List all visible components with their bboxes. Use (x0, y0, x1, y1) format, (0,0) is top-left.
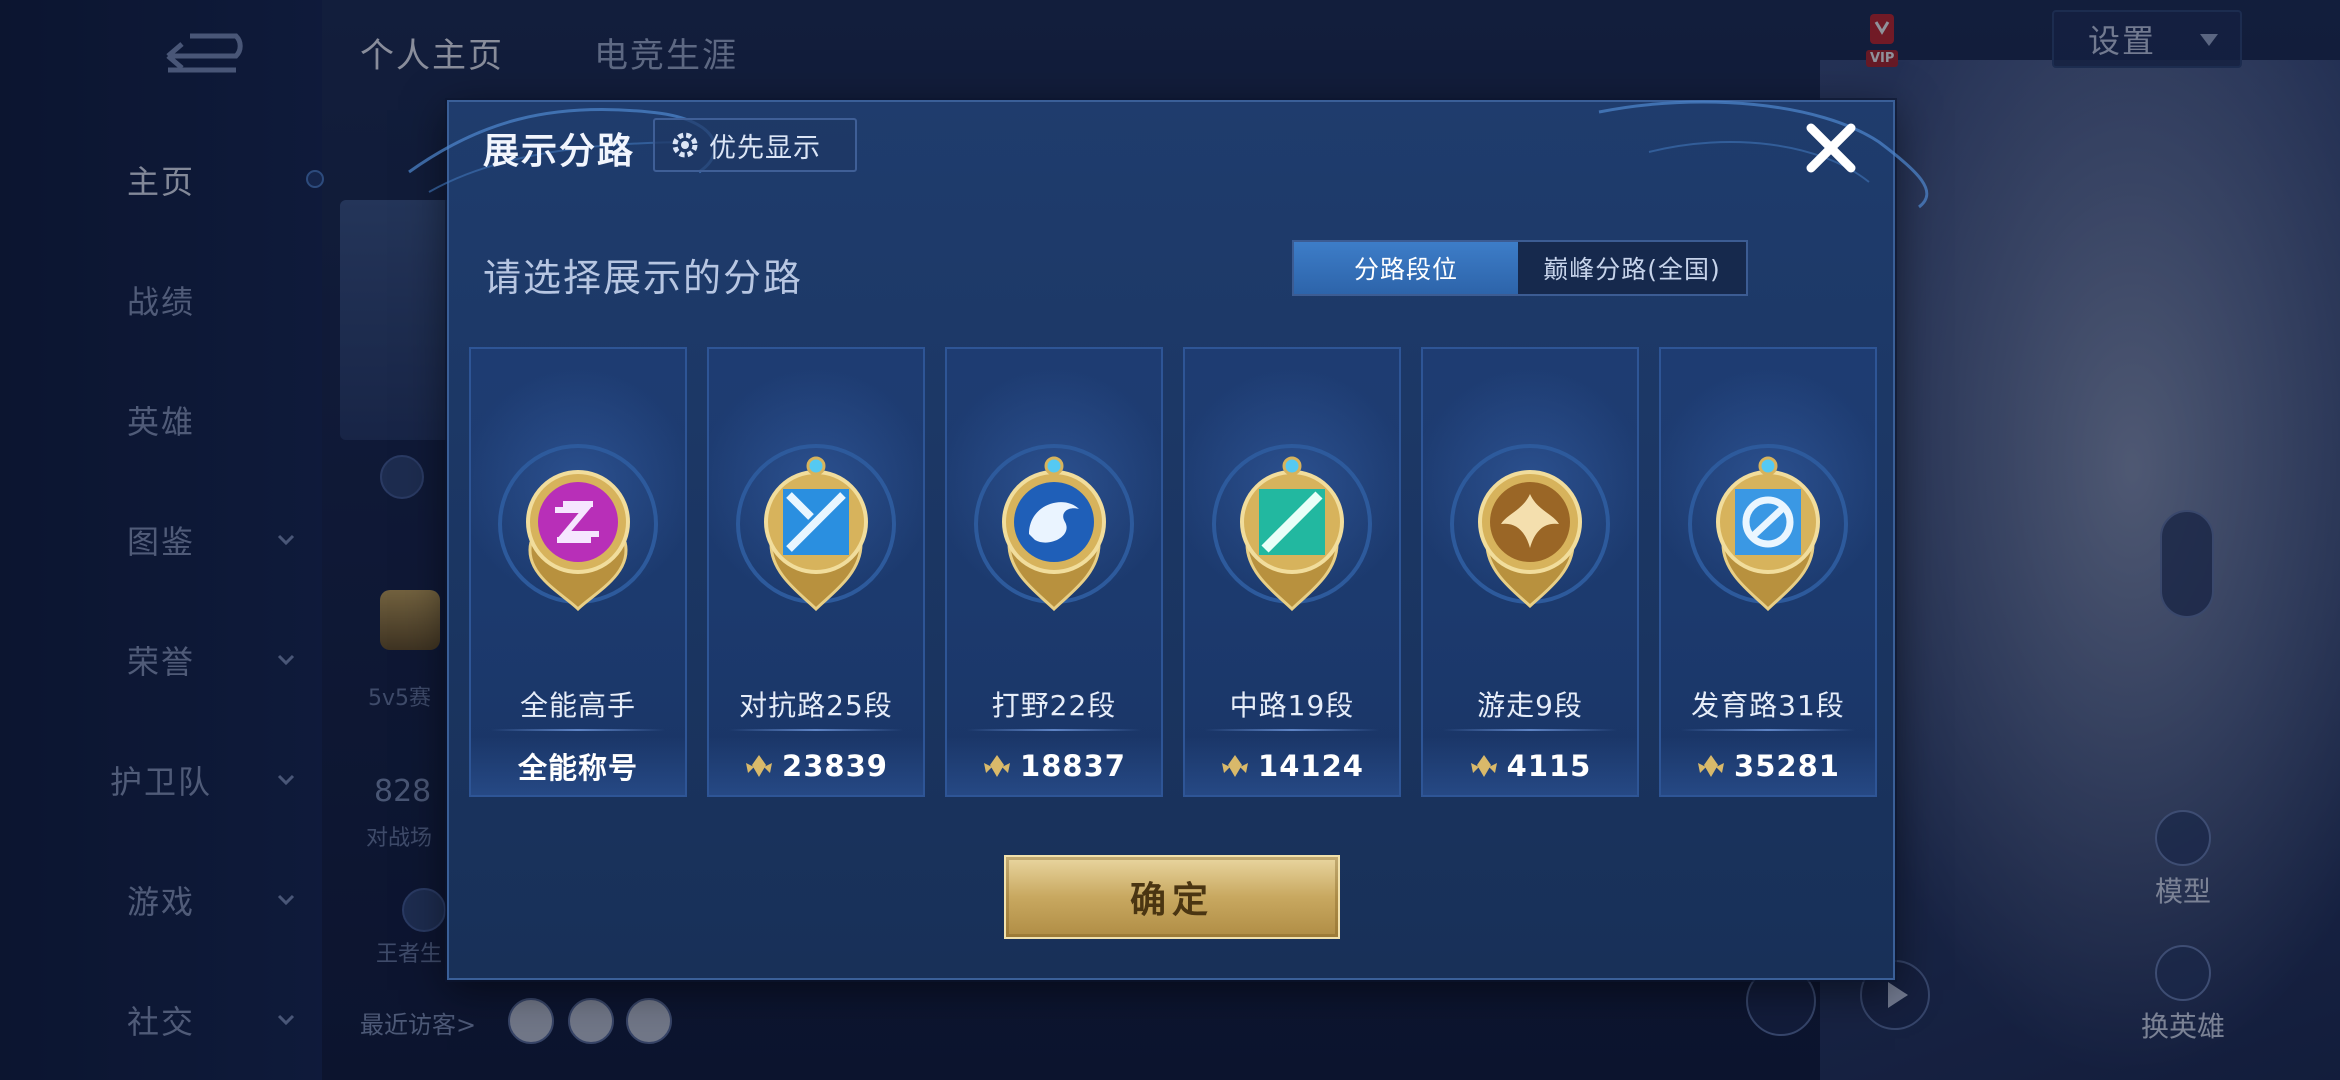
lane-card-jungle[interactable]: 打野22段 18837 (945, 347, 1163, 797)
roam-emblem-icon (1450, 444, 1610, 609)
lane-card-roam[interactable]: 游走9段 4115 (1421, 347, 1639, 797)
lane-points: 18837 (1020, 749, 1126, 783)
lane-value-row: 18837 (947, 737, 1161, 795)
lane-card-farm[interactable]: 发育路31段 35281 (1659, 347, 1877, 797)
all-round-emblem-icon (498, 444, 658, 612)
lane-name: 对抗路25段 (739, 689, 893, 722)
tab-peak-lane-national[interactable]: 巅峰分路(全国) (1518, 242, 1746, 294)
lane-card-clash[interactable]: 对抗路25段 23839 (707, 347, 925, 797)
lane-points: 23839 (782, 749, 888, 783)
points-icon (1698, 755, 1725, 777)
lane-name: 发育路31段 (1691, 689, 1845, 722)
close-icon[interactable] (1799, 116, 1863, 180)
points-icon (984, 755, 1011, 777)
priority-display-button[interactable]: 优先显示 (653, 118, 857, 172)
lane-value-row: 35281 (1661, 737, 1875, 795)
lane-card-mid[interactable]: 中路19段 14124 (1183, 347, 1401, 797)
divider (1681, 729, 1855, 731)
lane-cards: 全能高手 全能称号 对抗路25段 23839 打野22段 18837 中路19段… (469, 347, 1881, 797)
lane-name: 打野22段 (991, 689, 1117, 722)
lane-value-row: 全能称号 (471, 737, 685, 795)
lane-title-value: 全能称号 (517, 751, 638, 785)
lane-points: 4115 (1506, 749, 1592, 783)
dialog-title: 展示分路 (483, 131, 636, 172)
tab-lane-rank[interactable]: 分路段位 (1294, 242, 1518, 294)
lane-name: 全能高手 (519, 689, 636, 722)
lane-name: 游走9段 (1477, 689, 1583, 722)
lane-display-dialog: 展示分路 优先显示 请选择展示的分路 分路段位 巅峰分路(全国) 全能高手 全能… (408, 100, 1929, 980)
points-icon (1470, 755, 1497, 777)
lane-value-row: 14124 (1185, 737, 1399, 795)
lane-value-row: 4115 (1423, 737, 1637, 795)
lane-card-all-round[interactable]: 全能高手 全能称号 (469, 347, 687, 797)
divider (729, 729, 903, 731)
lane-mode-switch: 分路段位 巅峰分路(全国) (1292, 240, 1748, 296)
divider (1443, 729, 1617, 731)
confirm-button[interactable]: 确定 (1004, 855, 1340, 939)
jungle-emblem-icon (974, 444, 1134, 612)
lane-points: 35281 (1734, 749, 1840, 783)
lane-name: 中路19段 (1229, 689, 1355, 722)
points-icon (1222, 755, 1249, 777)
points-icon (746, 755, 773, 777)
mid-lane-emblem-icon (1212, 444, 1372, 612)
lane-points: 14124 (1258, 749, 1364, 783)
divider (1205, 729, 1379, 731)
divider (967, 729, 1141, 731)
clash-lane-emblem-icon (736, 444, 896, 612)
divider (491, 729, 665, 731)
gear-icon (672, 132, 698, 158)
priority-display-label: 优先显示 (709, 132, 821, 164)
farm-lane-emblem-icon (1688, 444, 1848, 612)
select-lane-prompt: 请选择展示的分路 (483, 256, 804, 300)
lane-value-row: 23839 (709, 737, 923, 795)
